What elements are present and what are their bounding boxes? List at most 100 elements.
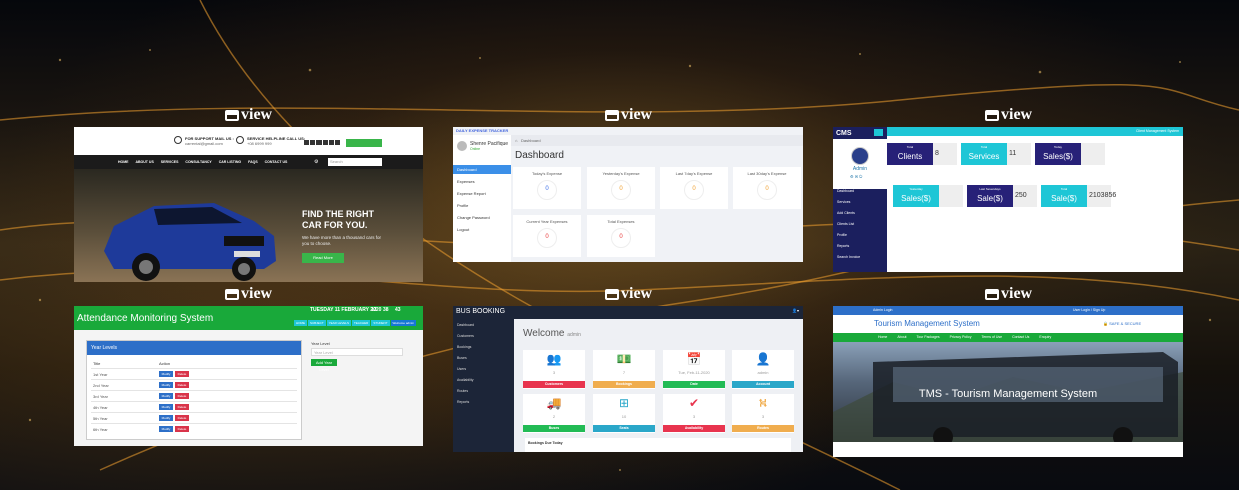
modify-button[interactable]: Modify <box>159 404 173 410</box>
cms-menu-profile[interactable]: Profile <box>837 233 847 237</box>
modify-button[interactable]: Modify <box>159 415 173 421</box>
modify-button[interactable]: Modify <box>159 426 173 432</box>
nav-services[interactable]: SERVICES <box>161 160 179 164</box>
bus-booking-thumbnail[interactable]: BUS BOOKING 👤▾ Dashboard Customers Booking… <box>453 306 803 452</box>
tms-nav-tour-packages[interactable]: Tour Packages <box>917 335 940 339</box>
modify-button[interactable]: Modify <box>159 393 173 399</box>
nav-home[interactable]: HOME <box>294 320 307 326</box>
nav-teacher[interactable]: TEACHER <box>352 320 371 326</box>
bus-stat-tile[interactable]: ⛕ 3 Routes <box>732 394 794 433</box>
view-text: view <box>621 106 653 123</box>
home-icon[interactable]: ⌂ <box>515 138 517 143</box>
delete-button[interactable]: Delete <box>175 382 189 388</box>
car-nav-menu: HOME ABOUT US SERVICES CONSULTANCY CAR L… <box>118 160 287 164</box>
user-menu-icon[interactable]: 👤▾ <box>792 308 799 313</box>
cms-thumbnail[interactable]: CMS Admin ⚙ ✉ ⏻ Dashboard Services Add Cli… <box>833 127 1183 272</box>
bus-menu-users[interactable]: Users <box>457 367 466 371</box>
menu-expenses[interactable]: Expenses <box>453 177 511 186</box>
menu-logout[interactable]: Logout <box>453 225 511 234</box>
bus-stat-tile[interactable]: 👤 admin Account <box>732 350 794 389</box>
view-link-attendance[interactable]: view <box>225 285 272 303</box>
bus-stat-tile[interactable]: 👥 3 Customers <box>523 350 585 389</box>
menu-dashboard[interactable]: Dashboard <box>453 165 511 174</box>
bus-menu-customers[interactable]: Customers <box>457 334 474 338</box>
cms-stat-small: Last Sevendays <box>979 187 1001 191</box>
bus-menu-buses[interactable]: Buses <box>457 356 467 360</box>
user-action-icons[interactable]: ⚙ ✉ ⏻ <box>850 174 862 179</box>
welcome-user: admin <box>567 332 581 338</box>
bus-menu-reports[interactable]: Reports <box>457 400 469 404</box>
bus-menu-routes[interactable]: Routes <box>457 389 468 393</box>
nav-consultancy[interactable]: CONSULTANCY <box>185 160 211 164</box>
attendance-thumbnail[interactable]: Attendance Monitoring System TUESDAY 11 … <box>74 306 423 446</box>
cms-menu-clients-list[interactable]: Clients List <box>837 222 854 226</box>
clock-minutes: 38 <box>383 307 389 313</box>
bus-menu-availability[interactable]: Availability <box>457 378 473 382</box>
cms-stat-big: Sale($) <box>977 194 1003 203</box>
delete-button[interactable]: Delete <box>175 415 189 421</box>
nav-home[interactable]: HOME <box>118 160 129 164</box>
menu-expense-report[interactable]: Expense Report <box>453 189 511 198</box>
view-link-tourism[interactable]: view <box>985 285 1032 303</box>
add-year-level-button[interactable]: Add Year Level <box>311 359 337 372</box>
tourism-thumbnail[interactable]: Admin Login User Login / Sign Up Tourism… <box>833 306 1183 457</box>
tms-nav-contact[interactable]: Contact Us <box>1012 335 1029 339</box>
view-link-cms[interactable]: view <box>985 106 1032 124</box>
nav-contact[interactable]: CONTACT US <box>265 160 288 164</box>
bus-stat-tile[interactable]: 🚚 2 Buses <box>523 394 585 433</box>
view-link-bus-booking[interactable]: view <box>605 285 652 303</box>
car-rental-thumbnail[interactable]: FOR SUPPORT MAIL US : carrental@gmail.co… <box>74 127 423 282</box>
read-more-button[interactable]: Read More <box>302 253 344 263</box>
year-level-input[interactable]: Year Level <box>311 348 403 356</box>
bus-menu-bookings[interactable]: Bookings <box>457 345 471 349</box>
delete-button[interactable]: Delete <box>175 404 189 410</box>
admin-login-link[interactable]: Admin Login <box>873 308 892 312</box>
nav-faqs[interactable]: FAQS <box>248 160 258 164</box>
nav-year-levels[interactable]: YEAR LEVELS <box>326 320 352 326</box>
delete-button[interactable]: Delete <box>175 371 189 377</box>
panel-header: Year Levels <box>87 341 301 355</box>
tms-nav-home[interactable]: Home <box>878 335 887 339</box>
bus-stat-tile[interactable]: 📅 Tue, Feb-11-2020 Date <box>663 350 725 389</box>
login-button[interactable] <box>346 139 382 147</box>
welcome-admin[interactable]: Welcome admin <box>390 320 416 326</box>
bus-stat-tile[interactable]: ✔ 3 Availability <box>663 394 725 433</box>
user-icon[interactable]: ⚙ <box>314 159 324 165</box>
nav-subject[interactable]: SUBJECT <box>308 320 326 326</box>
user-login-link[interactable]: User Login / Sign Up <box>1073 308 1105 312</box>
cms-stat-small: Yesterday <box>909 187 923 191</box>
tms-nav-terms[interactable]: Terms of Use <box>981 335 1002 339</box>
tms-hero: TMS - Tourism Management System <box>833 342 1183 442</box>
modify-button[interactable]: Modify <box>159 371 173 377</box>
year-levels-panel: Year Levels Title Action 1st Year Modify D… <box>86 340 302 440</box>
delete-button[interactable]: Delete <box>175 426 189 432</box>
menu-change-password[interactable]: Change Password <box>453 213 511 222</box>
bus-stat-tile[interactable]: ⊞ 10 Seats <box>593 394 655 433</box>
users-icon: 👥 <box>546 352 562 366</box>
cms-menu-search-invoice[interactable]: Search Invoice <box>837 255 860 259</box>
tms-nav-enquiry[interactable]: Enquiry <box>1039 335 1051 339</box>
nav-student[interactable]: STUDENT <box>371 320 390 326</box>
menu-profile[interactable]: Profile <box>453 201 511 210</box>
cms-menu-dashboard[interactable]: Dashboard <box>837 189 854 193</box>
tms-nav-privacy[interactable]: Privacy Policy <box>950 335 972 339</box>
stat-value: 0 <box>619 234 623 240</box>
bus-menu-dashboard[interactable]: Dashboard <box>457 323 474 327</box>
bus-tile-label: Account <box>732 381 794 388</box>
cms-menu-add-clients[interactable]: Add Clients <box>837 211 855 215</box>
nav-about[interactable]: ABOUT US <box>136 160 154 164</box>
delete-button[interactable]: Delete <box>175 393 189 399</box>
table-row: 2nd Year Modify Delete <box>91 379 297 390</box>
view-link-expense-tracker[interactable]: view <box>605 106 652 124</box>
view-text: view <box>1001 106 1033 123</box>
cms-menu-services[interactable]: Services <box>837 200 850 204</box>
view-link-car-rental[interactable]: view <box>225 106 272 124</box>
menu-toggle-icon[interactable] <box>874 129 883 136</box>
car-search-input[interactable]: Search <box>328 158 382 166</box>
tms-nav-about[interactable]: About <box>897 335 906 339</box>
table-row: 5th Year Modify Delete <box>91 412 297 423</box>
modify-button[interactable]: Modify <box>159 382 173 388</box>
cms-menu-reports[interactable]: Reports <box>837 244 849 248</box>
bus-stat-tile[interactable]: 💵 7 Bookings <box>593 350 655 389</box>
nav-car-listing[interactable]: CAR LISTING <box>219 160 241 164</box>
